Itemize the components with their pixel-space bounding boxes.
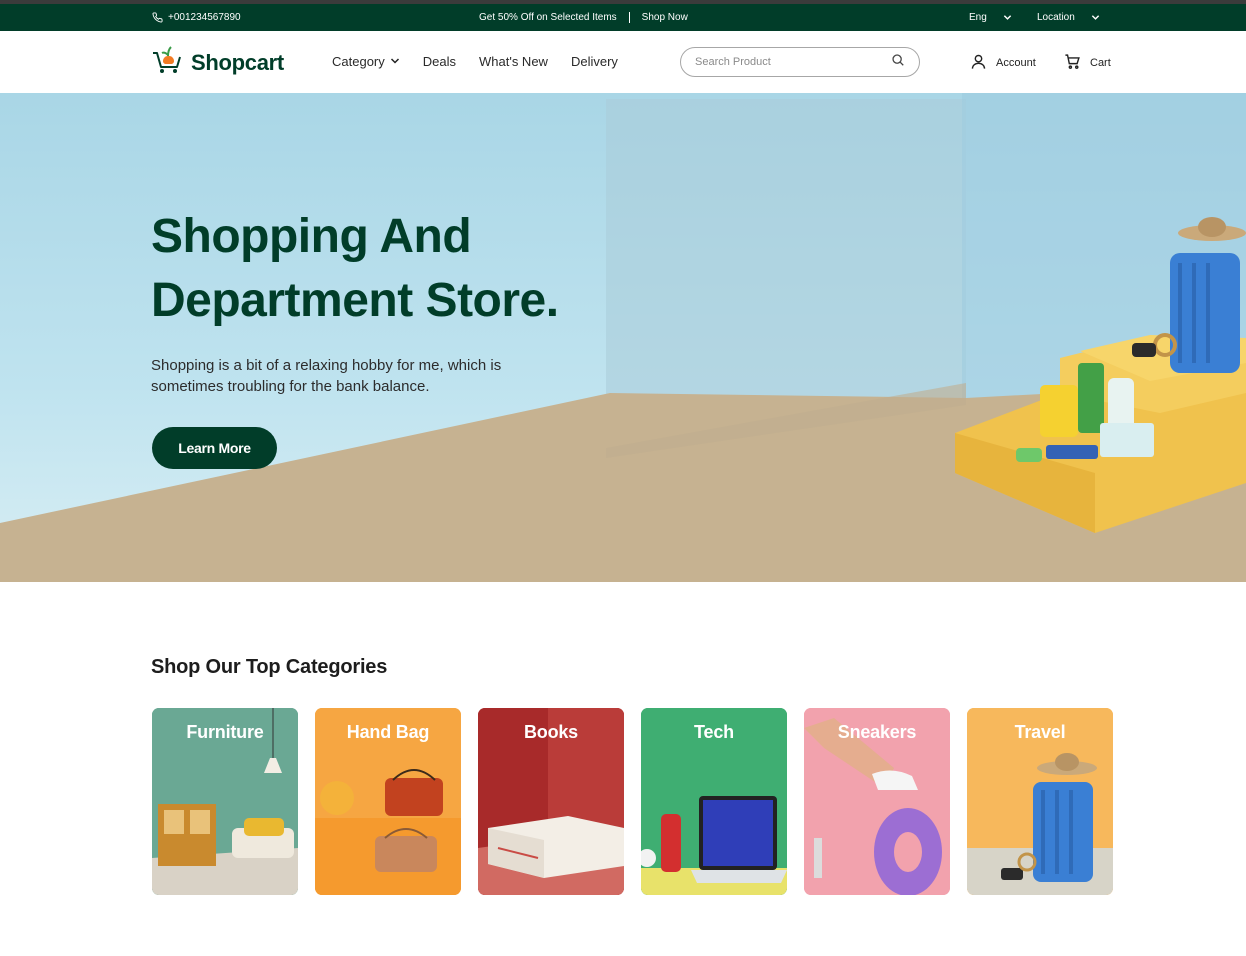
category-label: Sneakers (837, 722, 917, 742)
cart-label: Cart (1090, 57, 1111, 69)
main-navbar: Shopcart Category Deals What's New Deliv… (0, 31, 1246, 93)
phone-contact[interactable]: +001234567890 (152, 12, 241, 23)
promo-banner: Get 50% Off on Selected Items Shop Now (479, 12, 688, 23)
search-icon[interactable] (891, 53, 905, 72)
category-card-books[interactable]: Books (478, 708, 624, 895)
nav-delivery-label: Delivery (570, 54, 618, 69)
shop-now-link[interactable]: Shop Now (642, 12, 688, 23)
account-label: Account (996, 57, 1036, 69)
hero-title: Shopping And Department Store. (151, 205, 559, 333)
promo-text: Get 50% Off on Selected Items (479, 12, 617, 23)
nav-deals[interactable]: Deals (423, 54, 456, 69)
nav-category-label: Category (332, 54, 385, 69)
chevron-down-icon (390, 54, 400, 69)
hero-banner: Shopping And Department Store. Shopping … (0, 93, 1246, 582)
search-bar (680, 47, 920, 77)
language-selector[interactable]: Eng (969, 12, 1012, 23)
chevron-down-icon (1003, 13, 1012, 22)
account-link[interactable]: Account (970, 53, 1036, 73)
category-card-tech[interactable]: Tech (641, 708, 787, 895)
chevron-down-icon (1091, 13, 1100, 22)
cart-icon (1064, 53, 1081, 73)
hero-subtitle: Shopping is a bit of a relaxing hobby fo… (151, 357, 502, 395)
category-label: Furniture (186, 722, 264, 742)
hero-title-line2: Department Store. (151, 274, 559, 327)
categories-heading: Shop Our Top Categories (151, 656, 388, 678)
category-card-hand-bag[interactable]: Hand Bag (315, 708, 461, 895)
category-grid: Furniture Hand Bag Books Tech Sneakers T… (152, 708, 1113, 895)
phone-number: +001234567890 (168, 12, 241, 23)
main-menu: Category Deals What's New Delivery (332, 54, 618, 69)
nav-deals-label: Deals (422, 54, 456, 69)
category-label: Travel (1014, 722, 1066, 742)
cart-logo-icon (151, 43, 185, 82)
promo-divider (628, 12, 630, 23)
nav-category[interactable]: Category (332, 54, 400, 69)
nav-whats-new-label: What's New (479, 54, 548, 69)
category-label: Books (523, 722, 578, 742)
category-label: Hand Bag (346, 722, 430, 742)
hero-background-illustration (0, 93, 1246, 582)
nav-delivery[interactable]: Delivery (571, 54, 618, 69)
hero-title-line1: Shopping And (151, 210, 472, 263)
promo-topbar: +001234567890 Get 50% Off on Selected It… (0, 4, 1246, 31)
category-card-furniture[interactable]: Furniture (152, 708, 298, 895)
category-card-travel[interactable]: Travel (967, 708, 1113, 895)
brand-name: Shopcart (191, 49, 284, 75)
language-value: Eng (969, 12, 987, 23)
user-icon (970, 53, 987, 73)
learn-more-button[interactable]: Learn More (152, 427, 277, 469)
cart-link[interactable]: Cart (1064, 53, 1111, 73)
brand-logo[interactable]: Shopcart (151, 43, 284, 82)
location-selector[interactable]: Location (1037, 12, 1100, 23)
nav-whats-new[interactable]: What's New (479, 54, 548, 69)
search-input[interactable] (695, 56, 891, 68)
phone-icon (152, 12, 163, 23)
location-value: Location (1037, 12, 1075, 23)
category-card-sneakers[interactable]: Sneakers (804, 708, 950, 895)
category-label: Tech (694, 722, 734, 742)
